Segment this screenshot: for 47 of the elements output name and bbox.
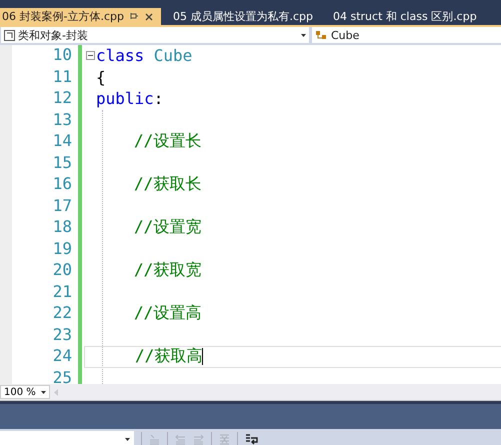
text-cursor	[202, 348, 204, 366]
line-number: 16	[52, 174, 73, 195]
editor-tab[interactable]: 06 封装案例-立方体.cpp	[0, 8, 161, 25]
line-number: 13	[52, 110, 73, 130]
caret-icon	[125, 438, 130, 440]
line-number: 10	[52, 45, 73, 66]
scroll-left-icon[interactable]	[54, 388, 58, 396]
output-source-dropdown[interactable]	[0, 430, 134, 445]
code-line: //设置长	[133, 131, 202, 152]
caret-icon	[41, 390, 46, 394]
scope-dropdown[interactable]: 类和对象-封装	[1, 27, 309, 43]
pin-icon[interactable]	[130, 12, 139, 21]
editor-tab[interactable]: 04 struct 和 class 区别.cpp	[331, 8, 485, 25]
caret-icon	[301, 34, 306, 36]
previous-message-icon[interactable]	[175, 434, 186, 444]
project-icon	[4, 30, 15, 40]
code-line: //设置高	[133, 303, 202, 324]
zoom-dropdown[interactable]: 100 %	[0, 385, 50, 399]
line-number: 17	[52, 196, 73, 216]
member-dropdown[interactable]: Cube	[312, 27, 501, 43]
line-number: 22	[52, 303, 73, 324]
code-line: //获取长	[133, 174, 202, 196]
line-number: 23	[52, 324, 73, 346]
line-number: 18	[52, 217, 73, 238]
class-icon	[315, 30, 328, 40]
code-line: //获取宽	[133, 260, 202, 282]
code-line: class Cube	[84, 45, 501, 66]
editor-tab[interactable]: 05 成员属性设置为私有.cpp	[170, 8, 321, 25]
code-line: //获取高	[84, 346, 501, 368]
line-number: 11	[52, 66, 73, 88]
code-line: public:	[95, 88, 164, 110]
line-number: 20	[52, 260, 73, 281]
close-icon[interactable]	[144, 12, 153, 20]
line-number: 14	[52, 131, 73, 152]
word-wrap-icon[interactable]	[245, 433, 259, 445]
line-number: 25	[52, 368, 73, 384]
code-line: //设置宽	[133, 217, 202, 238]
line-number: 24	[52, 346, 73, 367]
line-number: 15	[52, 152, 73, 174]
collapse-icon[interactable]	[86, 51, 95, 60]
code-line: {	[95, 66, 107, 88]
line-number: 21	[52, 282, 73, 302]
clear-all-icon[interactable]	[219, 434, 230, 444]
line-number: 19	[52, 238, 73, 260]
line-number: 12	[52, 88, 73, 109]
find-message-icon[interactable]	[149, 434, 160, 444]
next-message-icon[interactable]	[193, 434, 204, 444]
